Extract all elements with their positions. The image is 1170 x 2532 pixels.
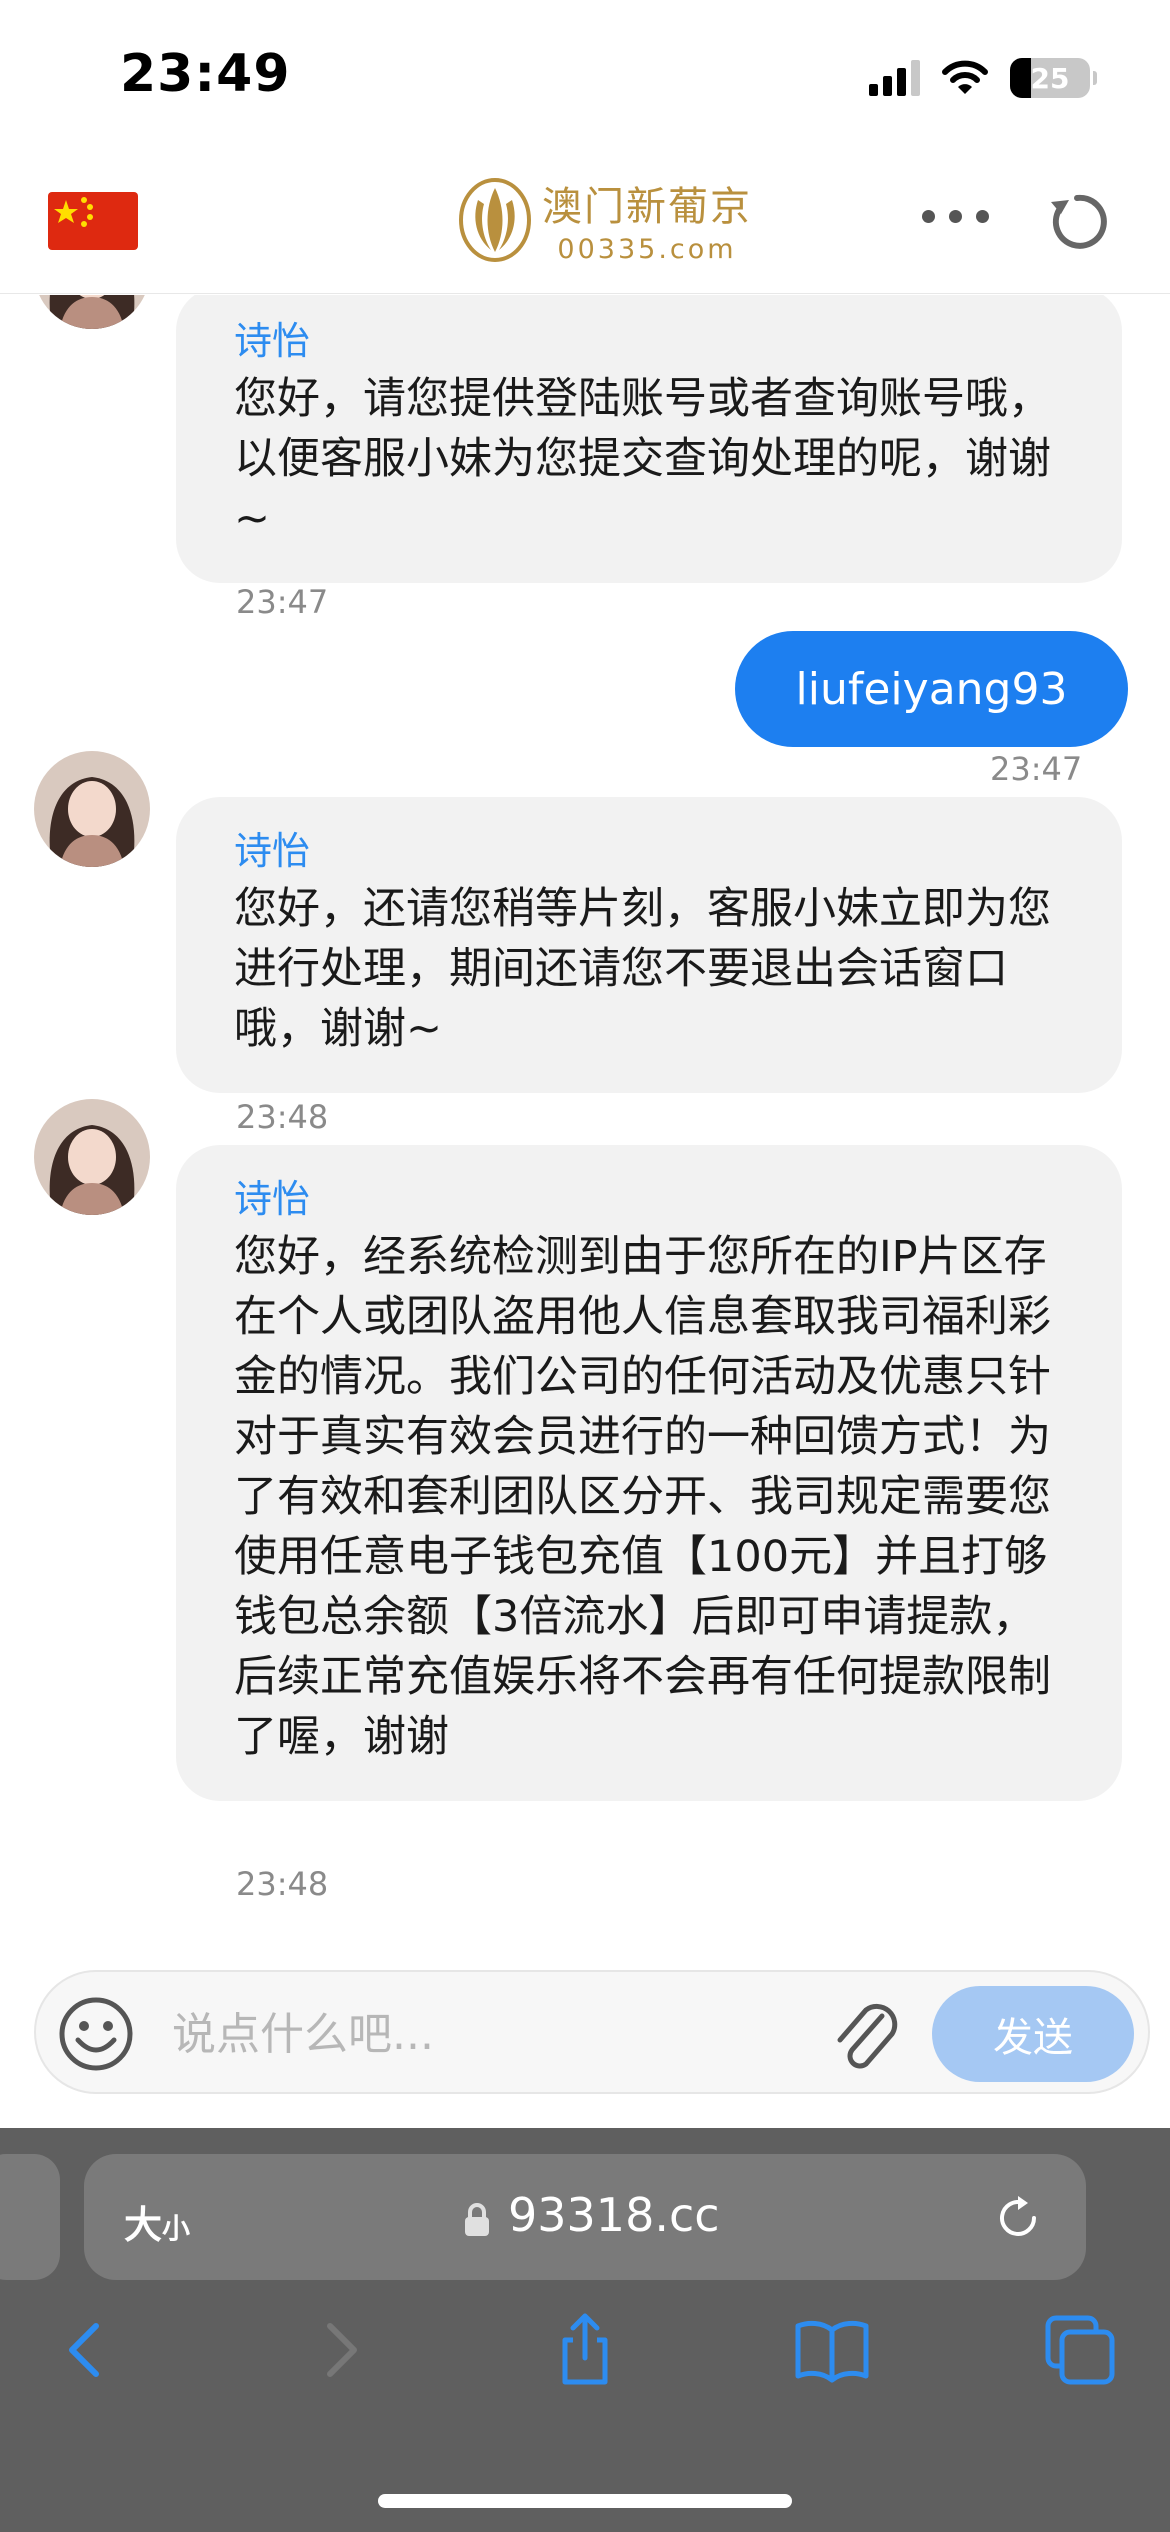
message-text: 您好，请您提供登陆账号或者查询账号哦，以便客服小妹为您提交查询处理的呢，谢谢~: [234, 374, 1051, 544]
chat-page: 23:49 25 澳门新葡京 00335.com 诗怡 您好，请您提供登陆账号或…: [0, 0, 1170, 2532]
reader-small-label: 小: [162, 2212, 191, 2245]
input-container: 发送: [34, 1970, 1150, 2094]
address-bar[interactable]: 大小 93318.cc: [84, 2154, 1086, 2280]
browser-bottom-bar: 大小 93318.cc: [0, 2128, 1170, 2532]
message-input-bar: 发送: [0, 1970, 1170, 2130]
send-button[interactable]: 发送: [932, 1986, 1134, 2082]
share-icon[interactable]: [545, 2310, 625, 2390]
tabs-icon[interactable]: [1040, 2310, 1120, 2390]
url-text: 93318.cc: [508, 2188, 720, 2242]
agent-message-bubble: 诗怡 您好，还请您稍等片刻，客服小妹立即为您进行处理，期间还请您不要退出会话窗口…: [176, 797, 1122, 1093]
message-timestamp: 23:47: [990, 750, 1083, 788]
battery-icon: 25: [1010, 58, 1097, 98]
message-text: 您好，还请您稍等片刻，客服小妹立即为您进行处理，期间还请您不要退出会话窗口哦，谢…: [234, 884, 1051, 1054]
agent-avatar[interactable]: [34, 295, 150, 329]
refresh-icon[interactable]: [1045, 190, 1109, 254]
sender-name: 诗怡: [234, 1177, 311, 1221]
message-timestamp: 23:48: [236, 1098, 329, 1136]
more-dots-icon[interactable]: [922, 210, 989, 223]
app-header: 澳门新葡京 00335.com: [0, 150, 1170, 294]
logo-domain: 00335.com: [557, 234, 737, 265]
agent-avatar[interactable]: [34, 751, 150, 867]
back-icon[interactable]: [48, 2310, 128, 2390]
logo-text: 澳门新葡京 00335.com: [542, 174, 752, 265]
status-icons: 25: [869, 56, 1097, 100]
sender-name: 诗怡: [234, 319, 311, 363]
battery-level: 25: [1030, 61, 1070, 95]
lock-icon: [465, 2203, 489, 2236]
browser-toolbar: [0, 2310, 1170, 2430]
forward-icon[interactable]: [298, 2310, 378, 2390]
agent-avatar[interactable]: [34, 1099, 150, 1215]
paperclip-icon[interactable]: [826, 1994, 906, 2078]
status-bar: 23:49 25: [0, 0, 1170, 150]
home-indicator[interactable]: [378, 2494, 792, 2508]
previous-tab-peek[interactable]: [0, 2154, 60, 2280]
reader-label: 大: [124, 2203, 163, 2247]
page-settings-button[interactable]: 大小: [124, 2194, 190, 2249]
message-timestamp: 23:48: [236, 1865, 329, 1903]
chat-message-list[interactable]: 诗怡 您好，请您提供登陆账号或者查询账号哦，以便客服小妹为您提交查询处理的呢，谢…: [0, 295, 1170, 1970]
bookmarks-icon[interactable]: [792, 2310, 872, 2390]
grand-lisboa-logo-icon: [459, 177, 531, 262]
sender-name: 诗怡: [234, 829, 311, 873]
message-input[interactable]: [172, 2002, 812, 2066]
wifi-icon: [942, 60, 988, 94]
logo-title: 澳门新葡京: [542, 184, 752, 230]
agent-message-bubble: 诗怡 您好，请您提供登陆账号或者查询账号哦，以便客服小妹为您提交查询处理的呢，谢…: [176, 295, 1122, 583]
user-message-bubble: liufeiyang93: [735, 631, 1128, 747]
brand-logo: 澳门新葡京 00335.com: [458, 174, 752, 265]
message-text: liufeiyang93: [795, 663, 1068, 715]
cellular-signal-icon: [869, 60, 920, 96]
emoji-icon[interactable]: [56, 1994, 136, 2074]
china-flag-icon[interactable]: [48, 192, 138, 250]
message-timestamp: 23:47: [236, 583, 329, 621]
agent-message-bubble: 诗怡 您好，经系统检测到由于您所在的IP片区存在个人或团队盗用他人信息套取我司福…: [176, 1145, 1122, 1801]
message-text: 您好，经系统检测到由于您所在的IP片区存在个人或团队盗用他人信息套取我司福利彩金…: [234, 1232, 1051, 1762]
reload-icon[interactable]: [992, 2192, 1044, 2244]
status-time: 23:49: [120, 44, 291, 104]
